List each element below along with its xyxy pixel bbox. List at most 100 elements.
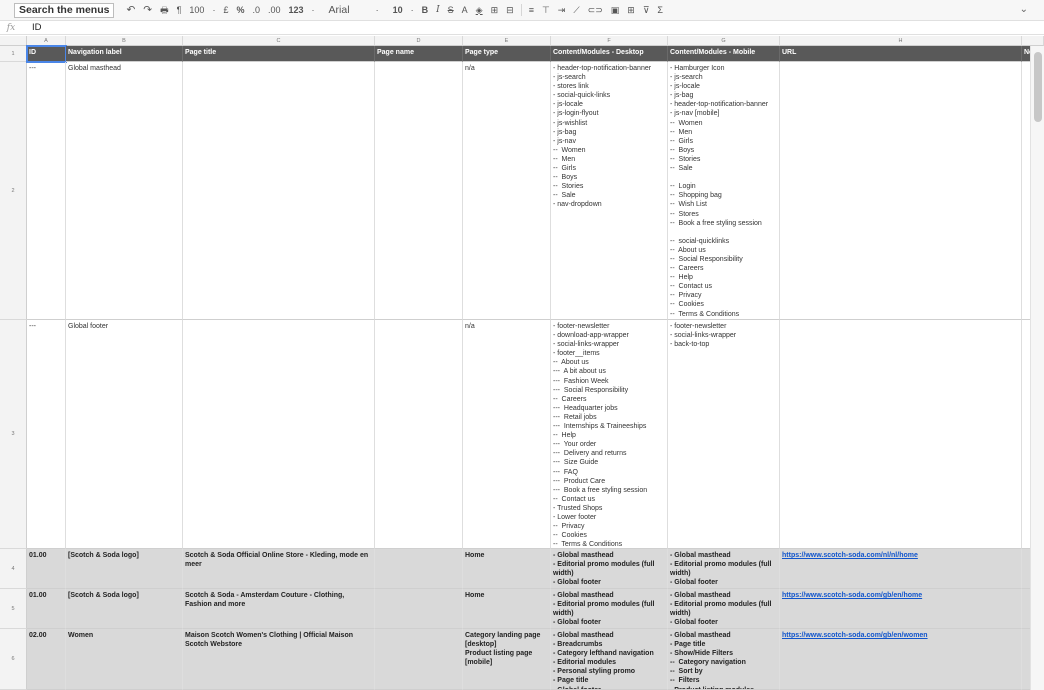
cell-a6[interactable]: 02.00 [27, 629, 66, 690]
cell-g2[interactable]: - Hamburger Icon - js-search - js-locale… [668, 62, 780, 320]
cell-e4[interactable]: Home [463, 549, 551, 589]
header-cell-page-name[interactable]: Page name [375, 46, 463, 62]
print-icon[interactable]: 🖶 [156, 0, 173, 21]
insert-chart-icon[interactable]: ⊞ [623, 0, 639, 21]
cell-f3[interactable]: - footer-newsletter - download-app-wrapp… [551, 320, 668, 549]
header-cell-url[interactable]: URL [780, 46, 1022, 62]
column-header-h[interactable]: H [780, 36, 1022, 46]
row-header-6[interactable]: 6 [0, 629, 27, 690]
cell-h6[interactable]: https://www.scotch-soda.com/gb/en/women [780, 629, 1022, 690]
cell-h2[interactable] [780, 62, 1022, 320]
font-dropdown-icon[interactable]: · [372, 0, 383, 21]
column-header-a[interactable]: A [27, 36, 66, 46]
cell-d5[interactable] [375, 589, 463, 629]
cell-b2[interactable]: Global masthead [66, 62, 183, 320]
text-wrap-icon[interactable]: ⇥ [554, 0, 570, 21]
cell-c3[interactable] [183, 320, 375, 549]
font-select[interactable]: Arial [325, 0, 354, 21]
cell-c2[interactable] [183, 62, 375, 320]
text-rotation-icon[interactable]: ⟋ [569, 0, 583, 21]
fill-color-icon[interactable]: ◈ [472, 0, 487, 21]
row-header-4[interactable]: 4 [0, 549, 27, 589]
row-header-5[interactable]: 5 [0, 589, 27, 629]
text-color-button[interactable]: A [458, 0, 472, 21]
cell-g4[interactable]: - Global masthead - Editorial promo modu… [668, 549, 780, 589]
cell-e2[interactable]: n/a [463, 62, 551, 320]
font-size-select[interactable]: 10 [389, 0, 407, 21]
cell-e6[interactable]: Category landing page [desktop] Product … [463, 629, 551, 690]
row-header-3[interactable]: 3 [0, 320, 27, 549]
scrollbar-thumb[interactable] [1034, 52, 1042, 122]
url-link[interactable]: https://www.scotch-soda.com/gb/en/home [782, 592, 922, 599]
strikethrough-button[interactable]: S [444, 0, 458, 21]
header-cell-navigation-label[interactable]: Navigation label [66, 46, 183, 62]
column-header-g[interactable]: G [668, 36, 780, 46]
cell-a4[interactable]: 01.00 [27, 549, 66, 589]
italic-button[interactable]: I [432, 0, 444, 21]
cell-a3[interactable]: --- [27, 320, 66, 549]
column-header-f[interactable]: F [551, 36, 668, 46]
cell-c4[interactable]: Scotch & Soda Official Online Store - Kl… [183, 549, 375, 589]
url-link[interactable]: https://www.scotch-soda.com/nl/nl/home [782, 552, 918, 559]
select-all-corner[interactable] [0, 36, 27, 46]
cell-b5[interactable]: [Scotch & Soda logo] [66, 589, 183, 629]
horizontal-align-icon[interactable]: ≡ [525, 0, 538, 21]
borders-icon[interactable]: ⊞ [487, 0, 503, 21]
cell-f4[interactable]: - Global masthead - Editorial promo modu… [551, 549, 668, 589]
redo-icon[interactable]: ↷ [139, 0, 156, 21]
column-header-i[interactable] [1022, 36, 1044, 46]
bold-button[interactable]: B [418, 0, 433, 21]
undo-icon[interactable]: ↶ [122, 0, 139, 21]
zoom-dropdown-icon[interactable]: · [208, 0, 219, 21]
cell-b6[interactable]: Women [66, 629, 183, 690]
vertical-align-icon[interactable]: ⊤ [538, 0, 554, 21]
filter-icon[interactable]: ⊽ [639, 0, 654, 21]
row-header-1[interactable]: 1 [0, 46, 27, 62]
cell-h5[interactable]: https://www.scotch-soda.com/gb/en/home [780, 589, 1022, 629]
cell-g6[interactable]: - Global masthead - Page title - Show/Hi… [668, 629, 780, 690]
url-link[interactable]: https://www.scotch-soda.com/gb/en/women [782, 632, 928, 639]
cell-d4[interactable] [375, 549, 463, 589]
search-menus-input[interactable]: Search the menus [14, 2, 115, 18]
insert-link-icon[interactable]: ⊂⊃ [584, 0, 607, 21]
cell-c6[interactable]: Maison Scotch Women's Clothing | Officia… [183, 629, 375, 690]
cell-f2[interactable]: - header-top-notification-banner - js-se… [551, 62, 668, 320]
column-header-b[interactable]: B [66, 36, 183, 46]
cell-h3[interactable] [780, 320, 1022, 549]
currency-format-button[interactable]: £ [219, 0, 232, 21]
header-cell-content-mobile[interactable]: Content/Modules - Mobile [668, 46, 780, 62]
cell-g5[interactable]: - Global masthead - Editorial promo modu… [668, 589, 780, 629]
zoom-select[interactable]: 100 [185, 0, 208, 21]
number-format-dropdown-icon[interactable]: · [308, 0, 319, 21]
functions-icon[interactable]: Σ [653, 0, 667, 21]
cell-f6[interactable]: - Global masthead - Breadcrumbs - Catego… [551, 629, 668, 690]
cell-g3[interactable]: - footer-newsletter - social-links-wrapp… [668, 320, 780, 549]
percent-format-button[interactable]: % [232, 0, 248, 21]
insert-comment-icon[interactable]: ▣ [607, 0, 624, 21]
cell-d2[interactable] [375, 62, 463, 320]
cell-e3[interactable]: n/a [463, 320, 551, 549]
header-cell-content-desktop[interactable]: Content/Modules - Desktop [551, 46, 668, 62]
cell-d6[interactable] [375, 629, 463, 690]
collapse-toolbar-icon[interactable]: ⌄ [1020, 4, 1028, 15]
cell-a5[interactable]: 01.00 [27, 589, 66, 629]
cell-e5[interactable]: Home [463, 589, 551, 629]
number-format-select[interactable]: 123 [285, 0, 308, 21]
column-header-c[interactable]: C [183, 36, 375, 46]
vertical-scrollbar[interactable] [1030, 46, 1044, 690]
row-header-2[interactable]: 2 [0, 62, 27, 320]
formula-input[interactable]: ID [22, 22, 42, 33]
font-size-dropdown-icon[interactable]: · [407, 0, 418, 21]
cell-f5[interactable]: - Global masthead - Editorial promo modu… [551, 589, 668, 629]
cell-d3[interactable] [375, 320, 463, 549]
cell-c5[interactable]: Scotch & Soda - Amsterdam Couture - Clot… [183, 589, 375, 629]
cell-a2[interactable]: --- [27, 62, 66, 320]
header-cell-id[interactable]: ID [26, 45, 67, 63]
cell-b3[interactable]: Global footer [66, 320, 183, 549]
column-header-e[interactable]: E [463, 36, 551, 46]
decrease-decimal-button[interactable]: .0 [248, 0, 264, 21]
increase-decimal-button[interactable]: .00 [264, 0, 285, 21]
paint-format-icon[interactable]: ¶ [173, 0, 186, 21]
header-cell-page-type[interactable]: Page type [463, 46, 551, 62]
cell-h4[interactable]: https://www.scotch-soda.com/nl/nl/home [780, 549, 1022, 589]
